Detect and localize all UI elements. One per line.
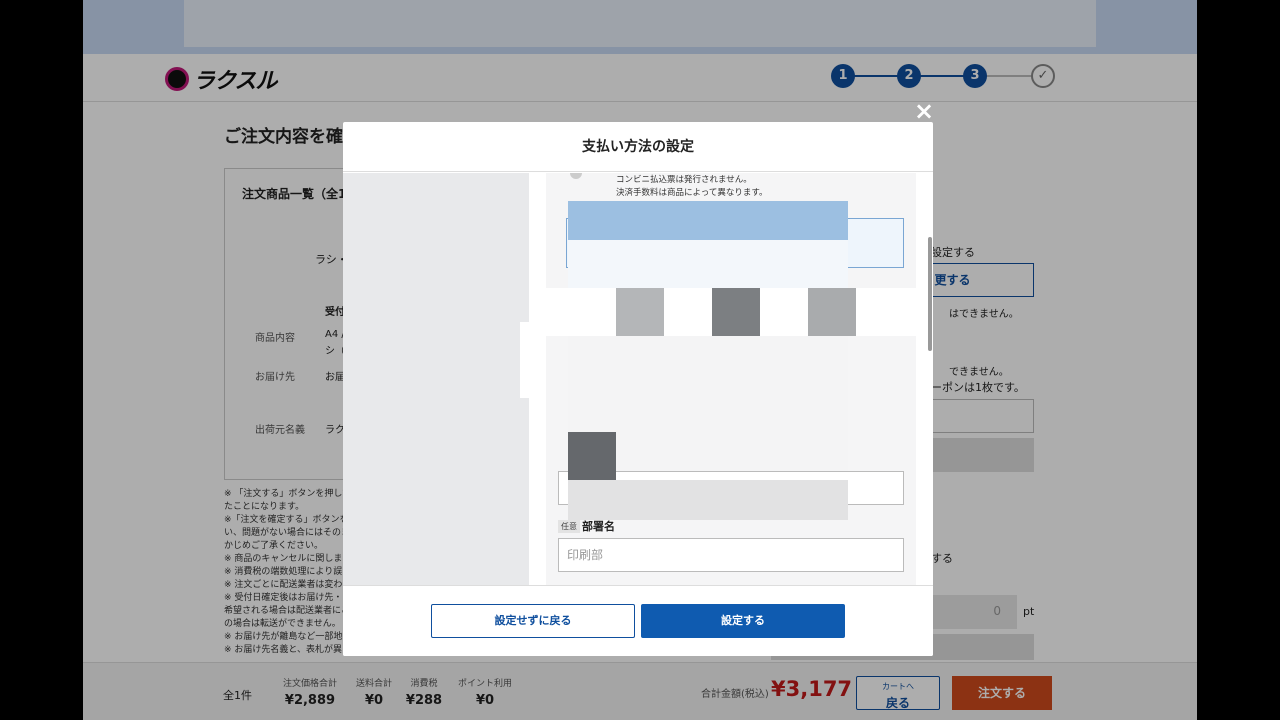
optional-tag: 任意 — [558, 520, 580, 533]
department-input[interactable]: 印刷部 — [558, 538, 904, 572]
app-window: ラクスル 1 2 3 ✓ ご注文内容を確 注文商品一覧（全1 ラシ・ 受付 商品… — [83, 0, 1197, 720]
payment-note-1: コンビニ払込票は発行されません。 — [616, 175, 752, 185]
confirm-settings-button[interactable]: 設定する — [641, 604, 845, 638]
dialog-title: 支払い方法の設定 — [343, 122, 933, 172]
swatch — [808, 288, 856, 336]
scrollbar-thumb[interactable] — [928, 237, 932, 351]
dialog-left-pane — [343, 173, 529, 585]
dialog-body: コンビニ払込票は発行されません。 決済手数料は商品によって異なります。 任意 部… — [546, 173, 916, 585]
option-panel — [568, 240, 848, 288]
radio-icon[interactable] — [570, 173, 582, 179]
swatch-row — [546, 288, 916, 336]
payment-method-dialog: 支払い方法の設定 コンビニ払込票は発行されません。 決済手数料は商品によって異な… — [343, 122, 933, 656]
close-icon[interactable]: × — [911, 98, 937, 124]
selected-option-highlight — [568, 201, 848, 241]
dialog-scrollbar[interactable] — [926, 173, 933, 585]
swatch — [616, 288, 664, 336]
dark-block — [568, 432, 616, 480]
dialog-footer: 設定せずに戻る 設定する — [343, 585, 933, 656]
dialog-divider — [520, 322, 529, 398]
payment-note-2: 決済手数料は商品によって異なります。 — [616, 188, 768, 198]
department-label: 部署名 — [582, 520, 615, 533]
cancel-button[interactable]: 設定せずに戻る — [431, 604, 635, 638]
light-bar — [568, 480, 848, 520]
swatch — [712, 288, 760, 336]
